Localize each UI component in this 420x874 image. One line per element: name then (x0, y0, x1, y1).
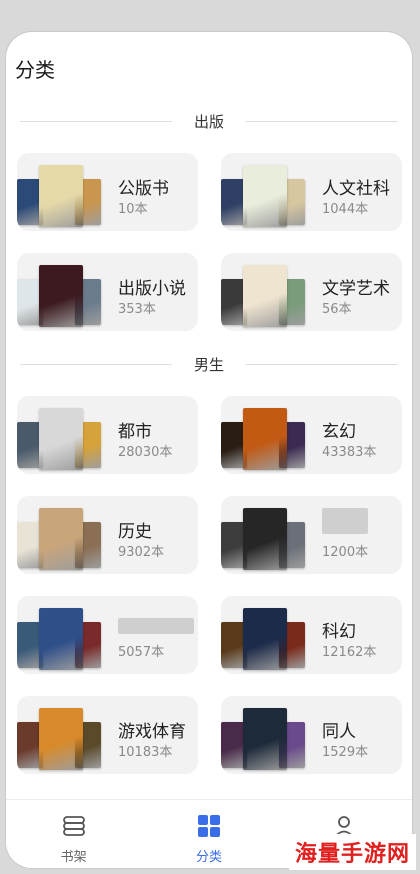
category-grid-icon (196, 814, 222, 842)
tab-label: 分类 (195, 850, 222, 865)
bookshelf-icon (61, 814, 87, 842)
category-name: 公版书 (118, 179, 169, 199)
category-count: 1529本 (322, 745, 369, 760)
book-covers (17, 608, 111, 674)
category-count: 1200本 (322, 545, 369, 560)
category-card-games-sports[interactable]: 游戏体育 10183本 (17, 696, 198, 774)
category-card-fan-fiction[interactable]: 同人 1529本 (221, 696, 402, 774)
book-covers (221, 608, 315, 674)
category-card-blurred[interactable]: 5057本 (17, 596, 198, 674)
watermark-logo: 海量手游网 (288, 834, 416, 870)
category-count: 12162本 (322, 645, 377, 660)
book-covers (221, 708, 315, 774)
book-covers (17, 408, 111, 474)
book-covers (17, 508, 111, 574)
section-label: 男生 (194, 355, 225, 374)
category-name: 玄幻 (322, 422, 356, 442)
category-card-urban[interactable]: 都市 28030本 (17, 396, 198, 474)
phone-screen: 分类 出版 公版书 10本 人文社科 1044本 出版小说 353本 文学艺术 … (6, 32, 412, 868)
blurred-name (118, 618, 194, 634)
category-card-scifi[interactable]: 科幻 12162本 (221, 596, 402, 674)
section-header-male: 男生 (16, 352, 402, 376)
category-count: 10183本 (118, 745, 173, 760)
book-cover (39, 165, 83, 227)
book-cover (243, 408, 287, 470)
tab-bookshelf[interactable]: 书架 (6, 800, 141, 868)
tab-label: 书架 (60, 850, 87, 865)
category-name: 历史 (118, 522, 152, 542)
book-cover (39, 408, 83, 470)
book-cover (243, 708, 287, 770)
category-name: 文学艺术 (322, 279, 390, 299)
category-card-published-novel[interactable]: 出版小说 353本 (17, 253, 198, 331)
category-card-literature-art[interactable]: 文学艺术 56本 (221, 253, 402, 331)
book-cover (243, 165, 287, 227)
book-covers (221, 508, 315, 574)
category-count: 1044本 (322, 202, 369, 217)
category-card-humanities[interactable]: 人文社科 1044本 (221, 153, 402, 231)
category-count: 353本 (118, 302, 156, 317)
book-cover (39, 508, 83, 570)
book-cover (243, 265, 287, 327)
book-cover (39, 708, 83, 770)
category-count: 28030本 (118, 445, 173, 460)
divider (246, 120, 399, 122)
category-count: 43383本 (322, 445, 377, 460)
tab-category[interactable]: 分类 (141, 800, 276, 868)
category-name: 科幻 (322, 622, 356, 642)
page-title: 分类 (15, 58, 55, 82)
book-covers (221, 265, 315, 331)
book-cover (39, 608, 83, 670)
category-name: 都市 (118, 422, 152, 442)
category-card-public-domain[interactable]: 公版书 10本 (17, 153, 198, 231)
category-name: 人文社科 (322, 179, 390, 199)
section-label: 出版 (194, 112, 225, 131)
book-cover (243, 508, 287, 570)
category-count: 5057本 (118, 645, 165, 660)
book-cover (243, 608, 287, 670)
category-name: 同人 (322, 722, 356, 742)
category-card-fantasy[interactable]: 玄幻 43383本 (221, 396, 402, 474)
book-covers (17, 165, 111, 231)
category-card-blurred[interactable]: 1200本 (221, 496, 402, 574)
category-count: 10本 (118, 202, 148, 217)
divider (20, 120, 172, 122)
book-covers (17, 265, 111, 331)
divider (246, 363, 399, 365)
category-count: 56本 (322, 302, 352, 317)
category-count: 9302本 (118, 545, 165, 560)
book-covers (221, 165, 315, 231)
category-card-history[interactable]: 历史 9302本 (17, 496, 198, 574)
blurred-name (322, 508, 368, 534)
book-covers (17, 708, 111, 774)
divider (20, 363, 172, 365)
book-covers (221, 408, 315, 474)
category-name: 游戏体育 (118, 722, 186, 742)
section-header-publishing: 出版 (16, 109, 402, 133)
book-cover (39, 265, 83, 327)
category-name: 出版小说 (118, 279, 186, 299)
